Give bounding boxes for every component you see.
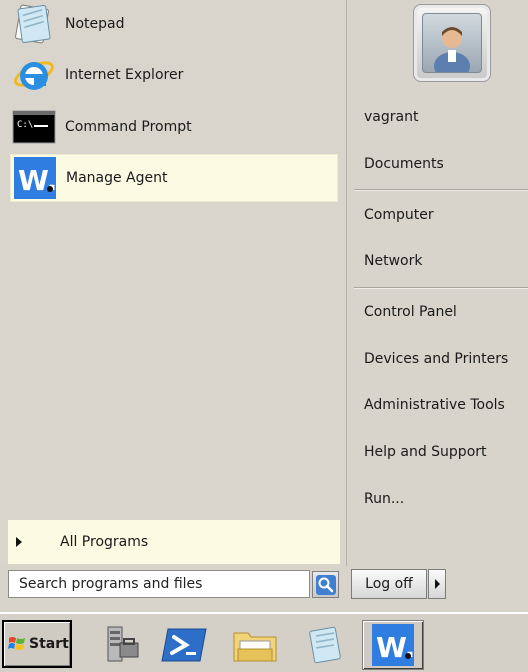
- internet-explorer-icon: [12, 53, 56, 97]
- log-off-label: Log off: [365, 576, 413, 592]
- program-item-notepad[interactable]: Notepad: [10, 0, 338, 48]
- menu-separator: [354, 287, 528, 289]
- taskbar-explorer-button[interactable]: [224, 620, 286, 670]
- chevron-right-icon: [434, 579, 440, 589]
- server-manager-icon: [107, 626, 139, 662]
- command-prompt-icon: C:\: [12, 105, 56, 149]
- taskbar-server-manager-button[interactable]: [90, 620, 152, 670]
- taskbar-notepad-button[interactable]: [294, 620, 356, 670]
- desktop: Notepad Internet Explorer C:\ Command Pr…: [0, 0, 528, 672]
- program-item-command-prompt[interactable]: C:\ Command Prompt: [10, 103, 338, 151]
- user-avatar[interactable]: [413, 4, 491, 82]
- powershell-icon: [161, 628, 207, 662]
- search-placeholder: Search programs and files: [19, 576, 203, 592]
- help-support-link[interactable]: Help and Support: [364, 444, 487, 460]
- program-item-internet-explorer[interactable]: Internet Explorer: [10, 51, 338, 99]
- control-panel-link[interactable]: Control Panel: [364, 304, 457, 320]
- log-off-button[interactable]: Log off: [351, 569, 427, 599]
- expand-arrow-icon: [16, 537, 22, 547]
- taskbar-manage-agent-button[interactable]: W.: [362, 620, 424, 670]
- network-link[interactable]: Network: [364, 253, 422, 269]
- devices-printers-link[interactable]: Devices and Printers: [364, 351, 508, 367]
- folder-icon: [233, 632, 277, 662]
- magnifier-icon: [315, 574, 336, 595]
- start-menu: Notepad Internet Explorer C:\ Command Pr…: [0, 0, 528, 612]
- all-programs-button[interactable]: All Programs: [8, 520, 340, 564]
- all-programs-label: All Programs: [60, 534, 149, 550]
- administrative-tools-link[interactable]: Administrative Tools: [364, 397, 505, 413]
- search-button[interactable]: [312, 571, 339, 598]
- cmd-icon-text: C:\: [17, 120, 33, 130]
- program-label: Notepad: [65, 16, 125, 32]
- windows-logo-icon: [8, 637, 25, 650]
- start-button[interactable]: Start: [2, 620, 72, 668]
- computer-link[interactable]: Computer: [364, 207, 434, 223]
- run-link[interactable]: Run...: [364, 491, 404, 507]
- search-input[interactable]: Search programs and files: [8, 570, 310, 598]
- notepad-icon: [12, 2, 56, 46]
- manage-agent-icon: W.: [13, 156, 57, 200]
- program-item-manage-agent[interactable]: W. Manage Agent: [10, 154, 338, 202]
- documents-link[interactable]: Documents: [364, 156, 444, 172]
- program-label: Manage Agent: [66, 170, 168, 186]
- start-menu-left-pane: Notepad Internet Explorer C:\ Command Pr…: [0, 0, 347, 566]
- agent-icon-text: W.: [376, 631, 415, 664]
- start-label: Start: [29, 636, 69, 652]
- program-label: Internet Explorer: [65, 67, 184, 83]
- menu-separator: [354, 189, 528, 191]
- manage-agent-icon: W.: [372, 624, 415, 666]
- program-label: Command Prompt: [65, 119, 192, 135]
- taskbar: Start W.: [0, 612, 528, 672]
- agent-icon-text: W.: [18, 164, 57, 197]
- user-picture-icon: [422, 13, 482, 73]
- shutdown-options-button[interactable]: [428, 569, 446, 599]
- taskbar-powershell-button[interactable]: [154, 620, 216, 670]
- user-name-link[interactable]: vagrant: [364, 109, 418, 125]
- notepad-icon: [309, 626, 341, 664]
